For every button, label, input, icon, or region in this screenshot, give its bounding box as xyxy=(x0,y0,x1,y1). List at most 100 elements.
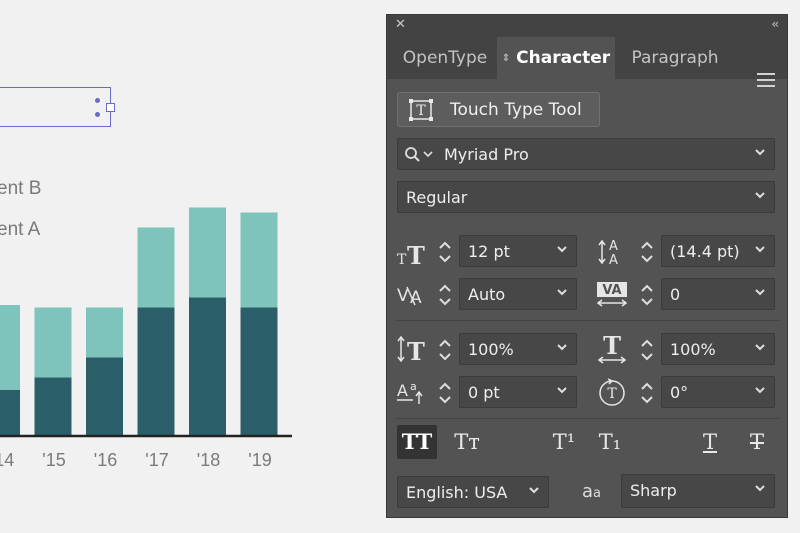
chevron-down-icon xyxy=(557,289,567,296)
panel-tabs: OpenType ⇕ Character Paragraph xyxy=(387,37,787,87)
anti-aliasing-select[interactable]: Sharp xyxy=(621,474,775,508)
tab-opentype[interactable]: OpenType xyxy=(395,37,495,79)
x-tick-label: '17 xyxy=(145,450,168,470)
aa-glyph-small: a xyxy=(593,486,601,501)
artboard[interactable]: ent B ent A '14'15'16'17'18'19 xyxy=(0,0,386,533)
underline-button[interactable]: T xyxy=(690,425,730,459)
svg-text:T: T xyxy=(407,337,425,365)
bar-segment-b[interactable] xyxy=(34,307,72,378)
x-tick-label: '18 xyxy=(197,450,220,470)
font-style-value: Regular xyxy=(406,188,468,207)
chevron-down-icon xyxy=(557,344,567,351)
leading-value: (14.4 pt) xyxy=(670,242,740,261)
bar-segment-b[interactable] xyxy=(137,227,175,308)
tab-paragraph[interactable]: Paragraph xyxy=(619,37,731,79)
tracking-stepper[interactable] xyxy=(637,280,657,310)
touch-type-tool-button[interactable]: T Touch Type Tool xyxy=(397,92,600,127)
chevron-down-icon xyxy=(755,485,765,492)
bar-segment-a[interactable] xyxy=(0,390,20,435)
chevron-down-icon xyxy=(755,246,765,253)
divider xyxy=(395,320,779,321)
aa-glyph-large: a xyxy=(582,481,594,502)
vertical-scale-field[interactable]: 100% xyxy=(459,333,577,365)
svg-text:A: A xyxy=(609,239,618,254)
kerning-stepper[interactable] xyxy=(435,280,455,310)
bar-segment-b[interactable] xyxy=(189,207,226,298)
x-tick-label: '19 xyxy=(248,450,271,470)
font-size-icon: TT xyxy=(395,237,431,270)
search-icon xyxy=(405,147,433,162)
bar-segment-a[interactable] xyxy=(34,377,72,436)
rotation-field[interactable]: 0° xyxy=(661,376,775,408)
chevron-down-icon xyxy=(557,387,567,394)
chevron-down-icon xyxy=(755,387,765,394)
character-panel: ✕ ‹‹ OpenType ⇕ Character Paragraph T Tou… xyxy=(386,14,788,518)
tracking-icon: VA xyxy=(595,278,631,310)
chevron-down-icon xyxy=(755,289,765,296)
leading-icon: AA xyxy=(595,235,631,268)
kerning-field[interactable]: Auto xyxy=(459,278,577,310)
x-tick-label: '14 xyxy=(0,450,14,470)
x-tick-label: '16 xyxy=(94,450,117,470)
horizontal-scale-field[interactable]: 100% xyxy=(661,333,775,365)
leading-field[interactable]: (14.4 pt) xyxy=(661,235,775,267)
bar-segment-a[interactable] xyxy=(240,307,278,436)
tab-character-label: Character xyxy=(516,48,611,68)
vertical-scale-icon: T xyxy=(395,333,431,366)
font-size-value: 12 pt xyxy=(468,242,510,261)
kerning-value: Auto xyxy=(468,285,506,304)
vertical-scale-stepper[interactable] xyxy=(435,335,455,365)
horizontal-scale-value: 100% xyxy=(670,340,716,359)
svg-text:T: T xyxy=(603,333,621,360)
stacked-bar-chart: '14 '15 '16 '17 '18 '19 xyxy=(0,207,292,470)
language-select[interactable]: English: USA xyxy=(397,476,549,508)
subscript-button[interactable]: T₁ xyxy=(590,425,630,459)
superscript-button[interactable]: T¹ xyxy=(544,425,584,459)
baseline-shift-value: 0 pt xyxy=(468,383,500,402)
bar-segment-a[interactable] xyxy=(86,357,123,436)
small-caps-button[interactable]: Tт xyxy=(447,425,487,459)
collapse-icon[interactable]: ‹‹ xyxy=(771,17,778,31)
tab-character[interactable]: ⇕ Character xyxy=(497,37,615,79)
font-family-value: Myriad Pro xyxy=(444,145,529,164)
baseline-shift-stepper[interactable] xyxy=(435,378,455,408)
anti-aliasing-value: Sharp xyxy=(630,481,677,500)
touch-type-label: Touch Type Tool xyxy=(450,100,582,120)
bar-segment-b[interactable] xyxy=(240,212,278,308)
horizontal-scale-icon: T xyxy=(595,331,631,365)
svg-text:T: T xyxy=(416,103,426,119)
chevron-down-icon xyxy=(755,149,765,156)
svg-text:T: T xyxy=(397,252,407,268)
x-tick-label: '15 xyxy=(42,450,65,470)
divider xyxy=(395,418,779,419)
baseline-shift-icon: Aa xyxy=(395,376,431,408)
horizontal-scale-stepper[interactable] xyxy=(637,335,657,365)
rotation-value: 0° xyxy=(670,383,689,402)
font-family-select[interactable]: Myriad Pro xyxy=(397,138,775,170)
panel-titlebar[interactable]: ✕ ‹‹ xyxy=(387,15,787,37)
chevron-down-icon xyxy=(755,192,765,199)
bar-segment-b[interactable] xyxy=(0,305,20,390)
baseline-shift-field[interactable]: 0 pt xyxy=(459,376,577,408)
touch-type-icon: T xyxy=(409,99,433,121)
strikethrough-button[interactable]: T xyxy=(737,425,777,459)
rotation-stepper[interactable] xyxy=(637,378,657,408)
bar-segment-a[interactable] xyxy=(137,307,175,436)
all-caps-button[interactable]: TT xyxy=(397,425,437,459)
chevron-down-icon xyxy=(755,344,765,351)
panel-menu-icon[interactable] xyxy=(757,73,775,87)
svg-text:a: a xyxy=(410,380,417,393)
character-rotation-icon: T xyxy=(595,376,631,408)
leading-stepper[interactable] xyxy=(637,237,657,267)
bar-segment-b[interactable] xyxy=(86,307,123,358)
close-icon[interactable]: ✕ xyxy=(395,17,406,32)
tracking-value: 0 xyxy=(670,285,681,304)
font-style-select[interactable]: Regular xyxy=(397,181,775,213)
font-size-field[interactable]: 12 pt xyxy=(459,235,577,267)
vertical-scale-value: 100% xyxy=(468,340,514,359)
font-size-stepper[interactable] xyxy=(435,237,455,267)
language-value: English: USA xyxy=(406,483,508,502)
tracking-field[interactable]: 0 xyxy=(661,278,775,310)
bar-segment-a[interactable] xyxy=(189,297,226,436)
svg-text:T: T xyxy=(607,386,617,402)
